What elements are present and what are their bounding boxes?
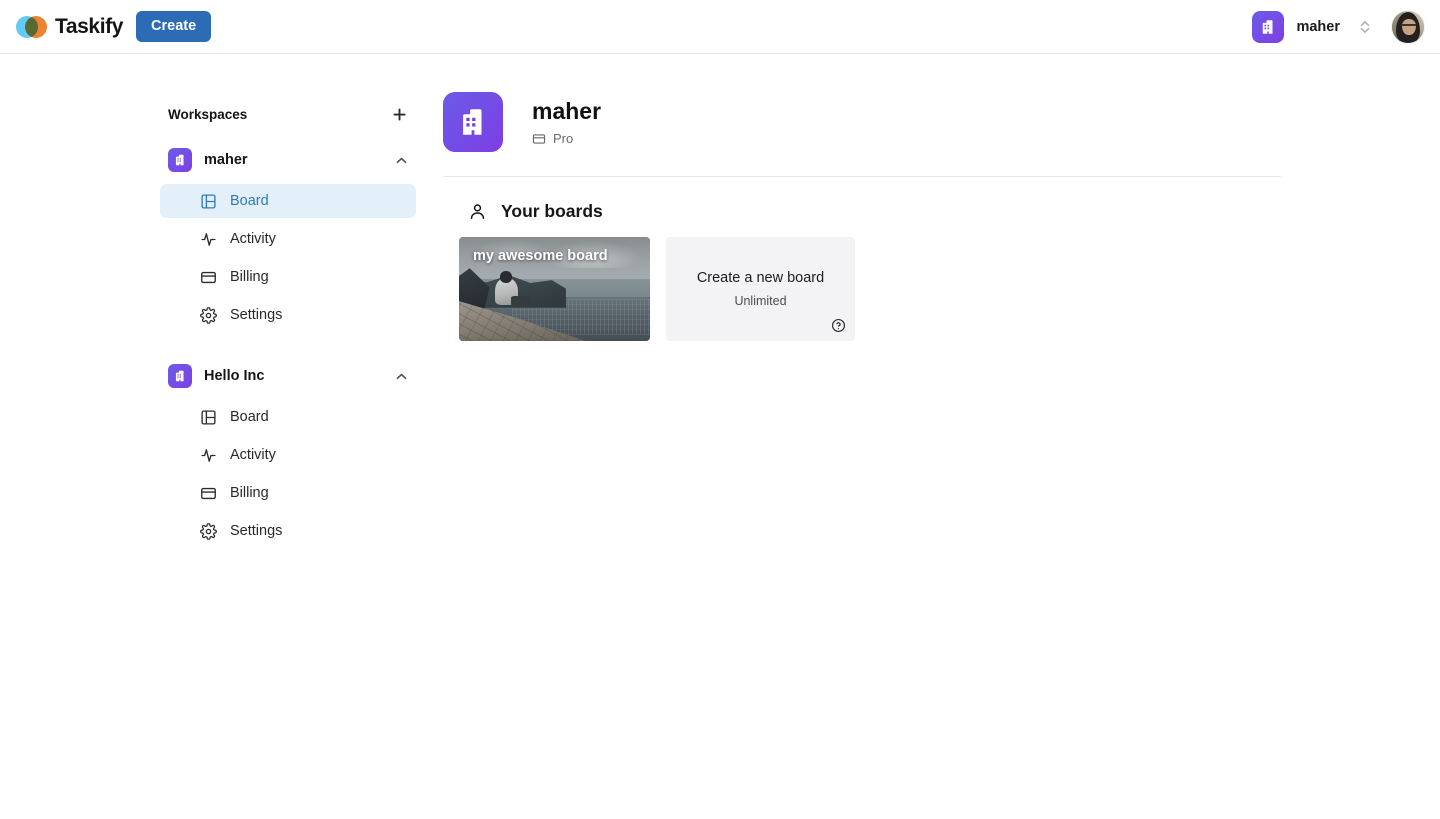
boards-heading: Your boards — [501, 201, 603, 221]
nav-left-group: Taskify Create — [0, 10, 212, 43]
sidebar-item-label: Board — [230, 192, 269, 209]
sidebar-item-label: Settings — [230, 306, 283, 323]
boards-grid: my awesome board Create a new board Unli… — [459, 237, 1283, 341]
sidebar-title: Workspaces — [168, 106, 248, 122]
building-icon — [443, 92, 503, 152]
board-title: my awesome board — [473, 248, 608, 264]
header-divider — [443, 176, 1281, 177]
sidebar-item-board[interactable]: Board — [160, 400, 416, 434]
brand-logo[interactable]: Taskify — [16, 15, 123, 39]
sidebar-item-label: Activity — [230, 446, 276, 463]
sidebar-item-board[interactable]: Board — [160, 184, 416, 218]
main-content: maher Pro Your boards my awesome board C… — [443, 92, 1283, 341]
user-avatar[interactable] — [1392, 10, 1424, 43]
sidebar-item-activity[interactable]: Activity — [160, 438, 416, 472]
sidebar-item-label: Activity — [230, 230, 276, 247]
user-icon — [470, 204, 485, 219]
workspace-nav-list-hello-inc: Board Activity Billing Settings — [160, 400, 416, 548]
plus-icon[interactable] — [386, 101, 412, 127]
brand-name: Taskify — [55, 14, 124, 38]
create-board-subtitle: Unlimited — [734, 293, 787, 308]
sidebar-item-settings[interactable]: Settings — [160, 514, 416, 548]
org-header: maher Pro — [443, 92, 1283, 176]
workspace-nav-list-maher: Board Activity Billing Settings — [160, 184, 416, 332]
plan-badge: Pro — [532, 131, 601, 146]
board-card[interactable]: my awesome board — [459, 237, 650, 341]
sidebar-item-billing[interactable]: Billing — [160, 476, 416, 510]
sidebar-item-settings[interactable]: Settings — [160, 298, 416, 332]
sidebar-item-label: Billing — [230, 484, 269, 501]
top-navigation-bar: Taskify Create maher — [0, 0, 1440, 54]
sidebar-item-label: Billing — [230, 268, 269, 285]
sidebar-item-label: Board — [230, 408, 269, 425]
create-button[interactable]: Create — [136, 10, 212, 43]
nav-right-group: maher — [1246, 7, 1440, 47]
create-board-title: Create a new board — [696, 270, 825, 287]
chevron-up-icon[interactable] — [392, 367, 410, 385]
create-new-board-card[interactable]: Create a new board Unlimited — [666, 237, 855, 341]
workspace-header-maher[interactable]: maher — [160, 142, 416, 178]
org-name-label: maher — [1296, 18, 1340, 35]
credit-card-icon — [532, 134, 546, 144]
workspace-group-maher: maher Board Activity Billing Settings — [160, 142, 416, 332]
building-icon — [1252, 10, 1285, 43]
chevron-up-icon[interactable] — [392, 151, 410, 169]
taskify-logo-icon — [16, 15, 47, 38]
workspace-group-hello-inc: Hello Inc Board Activity Billing Setting… — [160, 358, 416, 548]
help-circle-icon[interactable] — [829, 316, 847, 334]
building-icon — [168, 364, 192, 388]
org-header-text: maher Pro — [532, 98, 601, 147]
sidebar-header: Workspaces — [160, 96, 416, 132]
plan-label: Pro — [553, 131, 574, 147]
org-switcher[interactable]: maher — [1246, 7, 1346, 47]
sidebar-item-activity[interactable]: Activity — [160, 222, 416, 256]
boards-section-header: Your boards — [468, 201, 1283, 222]
building-icon — [168, 148, 192, 172]
workspace-header-hello-inc[interactable]: Hello Inc — [160, 358, 416, 394]
workspace-name-label: maher — [204, 152, 248, 168]
workspace-name-label: Hello Inc — [204, 368, 265, 384]
sidebar-item-label: Settings — [230, 522, 283, 539]
sidebar-item-billing[interactable]: Billing — [160, 260, 416, 294]
workspace-sidebar: Workspaces maher Board Activity Billing … — [160, 96, 416, 548]
chevron-up-down-icon[interactable] — [1352, 14, 1378, 40]
page-title: maher — [532, 97, 602, 124]
